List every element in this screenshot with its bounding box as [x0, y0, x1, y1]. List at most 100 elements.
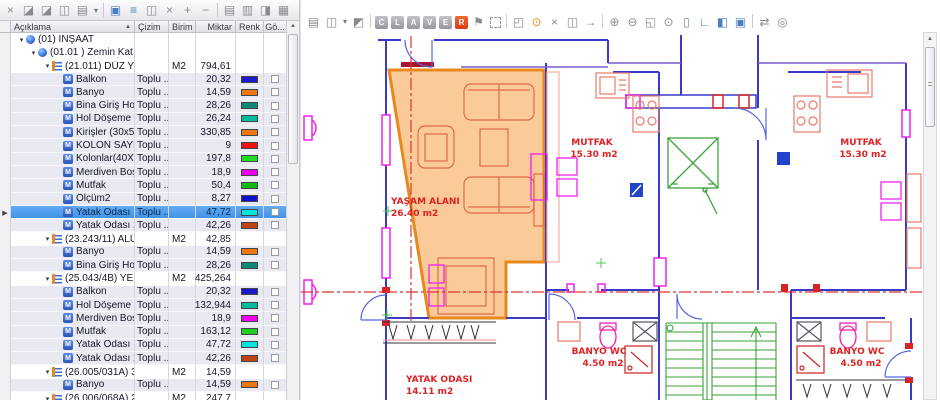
- visibility-checkbox[interactable]: [271, 181, 279, 189]
- visibility-checkbox[interactable]: [271, 381, 279, 389]
- add-button[interactable]: +: [179, 2, 196, 19]
- column-header-renk[interactable]: Renk: [236, 21, 264, 32]
- color-swatch[interactable]: [241, 302, 258, 309]
- tree-row[interactable]: ▾(26.006/068A) 20...M2247,7: [0, 392, 299, 400]
- tree-scrollbar-thumb[interactable]: [288, 34, 298, 164]
- canvas-scrollbar[interactable]: ▲: [923, 32, 937, 400]
- tree-row[interactable]: MBanyoToplu ...14,59: [0, 246, 299, 259]
- flag-button[interactable]: ⚑: [470, 13, 487, 30]
- layer-a-button[interactable]: A: [407, 16, 420, 29]
- marquee-button[interactable]: [490, 17, 501, 28]
- tree-row[interactable]: MHol DöşemeToplu ...26,24: [0, 113, 299, 126]
- paste-button[interactable]: ▦: [275, 2, 292, 19]
- visibility-checkbox[interactable]: [271, 168, 279, 176]
- next-button[interactable]: →: [582, 13, 599, 30]
- zoom-out-button[interactable]: ⊖: [624, 13, 641, 30]
- visibility-checkbox[interactable]: [271, 341, 279, 349]
- color-swatch[interactable]: [241, 195, 258, 202]
- visibility-checkbox[interactable]: [271, 261, 279, 269]
- color-swatch[interactable]: [241, 262, 258, 269]
- tree-row[interactable]: MMutfakToplu ...163,12: [0, 326, 299, 339]
- expand-arrow-icon[interactable]: ▾: [43, 368, 52, 376]
- measure-button[interactable]: ∟: [696, 13, 713, 30]
- column-header-a-klama[interactable]: Açıklama▲: [11, 21, 135, 32]
- subtract-button[interactable]: −: [197, 2, 214, 19]
- color-swatch[interactable]: [241, 102, 258, 109]
- column-header-birim[interactable]: Birim: [169, 21, 196, 32]
- color-swatch[interactable]: [241, 315, 258, 322]
- color-swatch[interactable]: [241, 209, 258, 216]
- layers-button[interactable]: ◩: [350, 13, 367, 30]
- layer-c-button[interactable]: C: [375, 16, 388, 29]
- color-swatch[interactable]: [241, 248, 258, 255]
- scroll-up-icon[interactable]: ▲: [924, 33, 936, 45]
- visibility-checkbox[interactable]: [271, 314, 279, 322]
- copy-region-button[interactable]: ◧: [714, 13, 731, 30]
- column-header-miktar[interactable]: Miktar: [196, 21, 236, 32]
- color-swatch[interactable]: [241, 142, 258, 149]
- expand-arrow-icon[interactable]: ▾: [43, 275, 52, 283]
- delete-button[interactable]: ×: [2, 2, 19, 19]
- print-button[interactable]: ▤: [221, 2, 238, 19]
- remove-button[interactable]: ×: [161, 2, 178, 19]
- report-button[interactable]: ▤: [74, 2, 91, 19]
- page-button[interactable]: ▯: [678, 13, 695, 30]
- color-swatch[interactable]: [241, 129, 258, 136]
- layer-e-button[interactable]: E: [439, 16, 452, 29]
- tree-row[interactable]: MBalkonToplu ...20,32: [0, 286, 299, 299]
- tree-row[interactable]: ▾(23.243/11) ALÜM...M242,85: [0, 232, 299, 245]
- tree-row[interactable]: MBanyoToplu ...14,59: [0, 86, 299, 99]
- color-swatch[interactable]: [241, 341, 258, 348]
- color-swatch[interactable]: [241, 222, 258, 229]
- tree-row[interactable]: MMutfakToplu ...50,4: [0, 179, 299, 192]
- list-button[interactable]: ≡: [125, 2, 142, 19]
- column-header-g-[interactable]: Gö...: [264, 21, 287, 32]
- expand-arrow-icon[interactable]: ▾: [17, 36, 26, 44]
- copy-button[interactable]: ◫: [143, 2, 160, 19]
- visibility-checkbox[interactable]: [271, 301, 279, 309]
- copy2-button[interactable]: ◨: [257, 2, 274, 19]
- color-swatch[interactable]: [241, 381, 258, 388]
- canvas-scrollbar-thumb[interactable]: [925, 47, 935, 127]
- tree-row[interactable]: MKOLON SAYILARIToplu ...9: [0, 139, 299, 152]
- zoom-window-button[interactable]: ⊙: [660, 13, 677, 30]
- tree-row[interactable]: MÖlçüm2Toplu ...8,27: [0, 193, 299, 206]
- visibility-checkbox[interactable]: [271, 354, 279, 362]
- expand-arrow-icon[interactable]: ▾: [29, 49, 38, 57]
- tree-row[interactable]: MKolonlar(40X60)Toplu ...197,8: [0, 153, 299, 166]
- tree-row[interactable]: ▾(21.011) DÜZ YÜZ...M2794,61: [0, 60, 299, 73]
- visibility-checkbox[interactable]: [271, 208, 279, 216]
- tree-row[interactable]: ▾(01) İNŞAAT: [0, 33, 299, 46]
- expand-arrow-icon[interactable]: ▾: [43, 235, 52, 243]
- tree-row[interactable]: ▶MYatak OdasıToplu ...47,72: [0, 206, 299, 219]
- add-node-button[interactable]: ◪: [20, 2, 37, 19]
- refresh-button[interactable]: ⇄: [756, 13, 773, 30]
- visibility-checkbox[interactable]: [271, 328, 279, 336]
- tree-row[interactable]: MBina Giriş HolüToplu ...28,26: [0, 99, 299, 112]
- color-swatch[interactable]: [241, 76, 258, 83]
- visibility-checkbox[interactable]: [271, 88, 279, 96]
- visibility-checkbox[interactable]: [271, 75, 279, 83]
- duplicate-button[interactable]: ◫: [564, 13, 581, 30]
- color-swatch[interactable]: [241, 155, 258, 162]
- color-swatch[interactable]: [241, 169, 258, 176]
- color-swatch[interactable]: [241, 115, 258, 122]
- tree-row[interactable]: MYatak Odası 2Toplu ...42,26: [0, 219, 299, 232]
- visibility-checkbox[interactable]: [271, 288, 279, 296]
- visibility-checkbox[interactable]: [271, 142, 279, 150]
- tree-row[interactable]: ▾(26.005/031A) 33...M214,59: [0, 365, 299, 378]
- tree-row[interactable]: MBina Giriş HolüToplu ...28,26: [0, 259, 299, 272]
- visibility-checkbox[interactable]: [271, 128, 279, 136]
- expand-arrow-icon[interactable]: ▾: [43, 395, 52, 400]
- color-swatch[interactable]: [241, 288, 258, 295]
- zoom-fit-button[interactable]: ◱: [642, 13, 659, 30]
- preview-button[interactable]: ◎: [774, 13, 791, 30]
- floor-plan-canvas[interactable]: YAŞAM ALANI26.40 m2MUTFAK15.30 m2MUTFAK1…: [301, 32, 925, 400]
- tree-row[interactable]: ▾(25.043/4B) YENİ ...M2425,264: [0, 272, 299, 285]
- visibility-checkbox[interactable]: [271, 155, 279, 163]
- tree-row[interactable]: MMerdiven BoşluğuToplu ...18,9: [0, 166, 299, 179]
- copy-button[interactable]: ◫: [323, 13, 340, 30]
- visibility-checkbox[interactable]: [271, 195, 279, 203]
- color-swatch[interactable]: [241, 355, 258, 362]
- layer-v-button[interactable]: V: [423, 16, 436, 29]
